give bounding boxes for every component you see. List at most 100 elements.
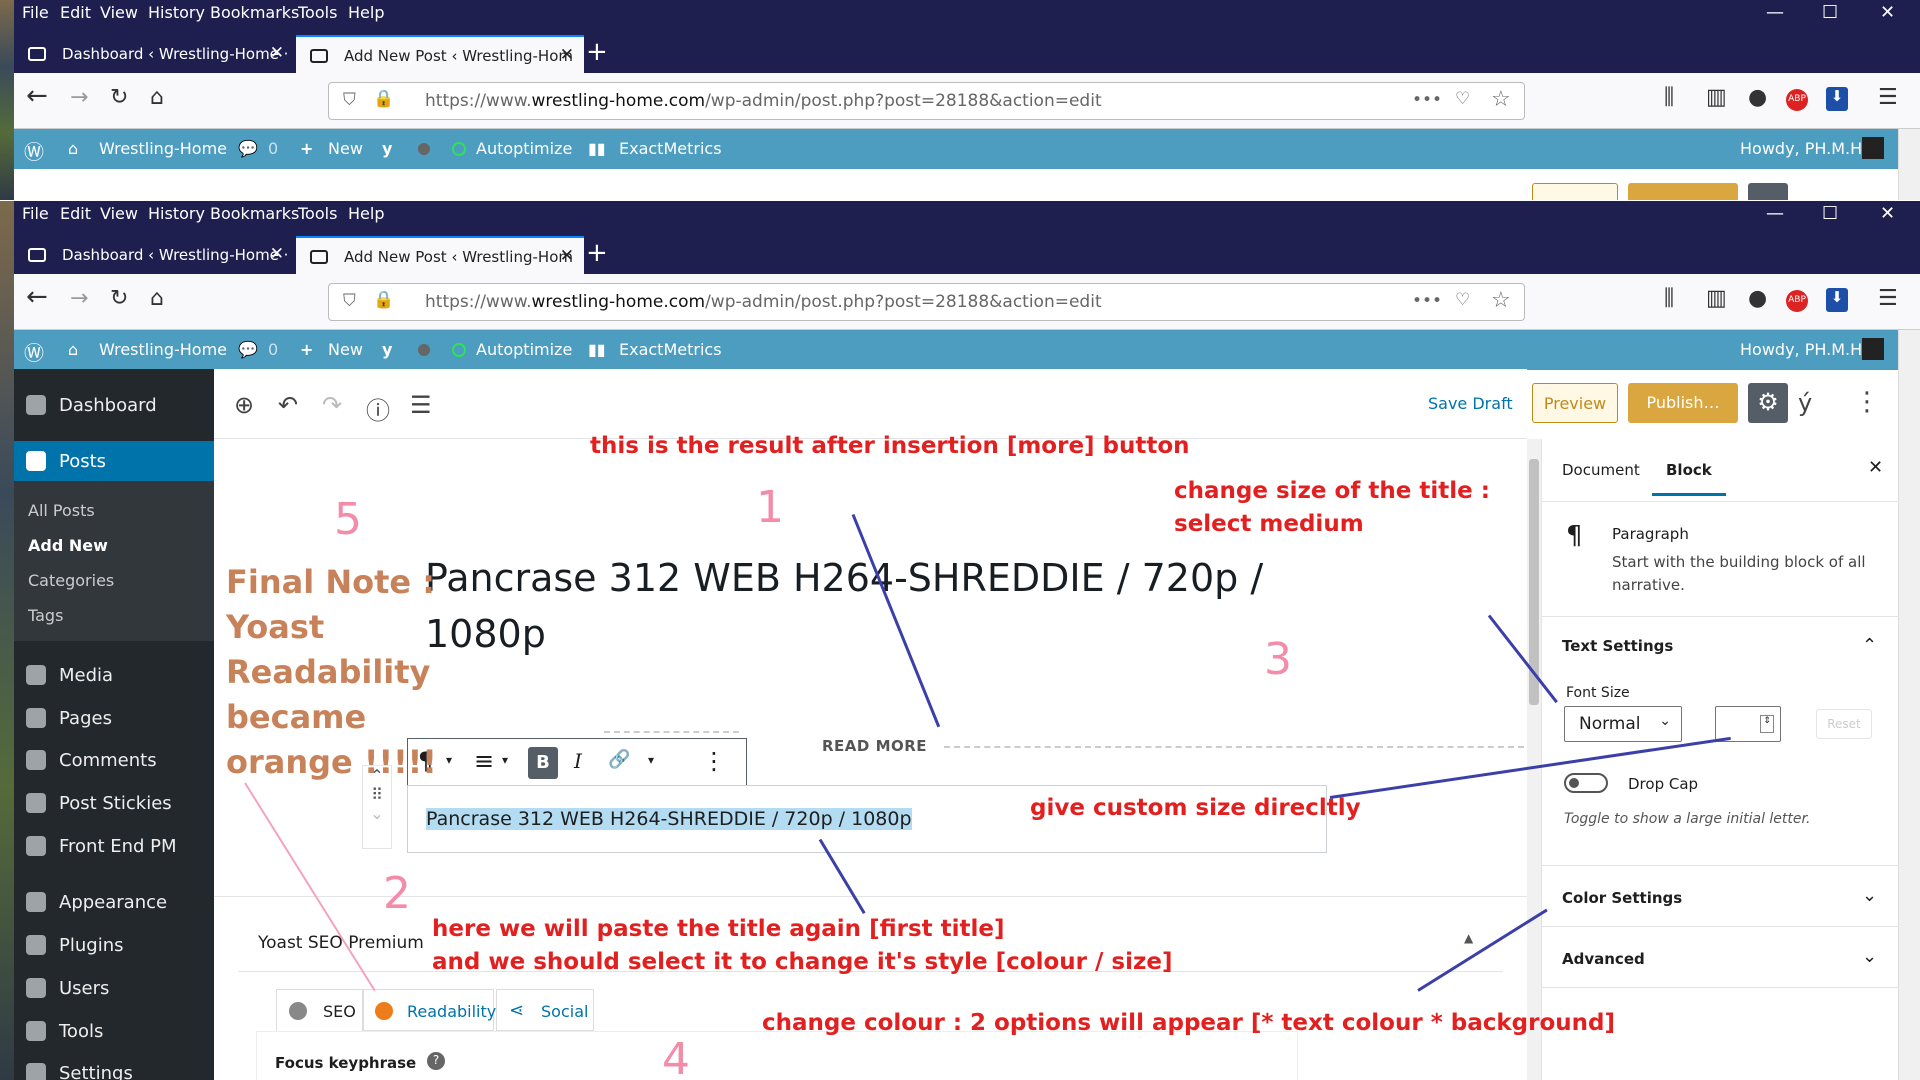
sidebar-item-tools[interactable]: Tools — [14, 1011, 214, 1051]
hamburger-menu-icon[interactable]: ☰ — [1878, 286, 1898, 311]
preview-button-partial[interactable] — [1532, 183, 1618, 200]
tab-close-icon[interactable]: ✕ — [560, 246, 574, 266]
site-name-link[interactable]: Wrestling-Home — [99, 340, 227, 359]
chevron-down-icon[interactable]: ⌄ — [1862, 946, 1877, 967]
sidebar-item-pages[interactable]: Pages — [14, 698, 214, 738]
comments-icon[interactable]: 💬 — [238, 340, 258, 359]
exactmetrics-link[interactable]: ExactMetrics — [619, 340, 722, 359]
hamburger-menu-icon[interactable]: ☰ — [1878, 85, 1898, 110]
yoast-tab-readability[interactable]: Readability — [362, 989, 496, 1031]
menu-bookmarks[interactable]: Bookmarks — [210, 204, 299, 223]
yoast-tab-social[interactable]: ⋖ Social — [496, 989, 594, 1031]
download-icon[interactable]: ⬇ — [1826, 288, 1848, 312]
new-tab-button[interactable]: + — [586, 238, 608, 268]
submenu-all-posts[interactable]: All Posts — [28, 501, 95, 520]
link-icon[interactable]: 🔗 — [608, 749, 630, 770]
url-bar[interactable]: ⛉ 🔒 https://www.wrestling-home.com/wp-ad… — [328, 283, 1525, 321]
publish-button-partial[interactable] — [1628, 183, 1738, 200]
forward-icon[interactable]: → — [70, 85, 88, 110]
drag-handle-icon[interactable]: ⠿ — [363, 785, 391, 804]
align-icon[interactable]: ≡ — [474, 747, 494, 775]
text-settings-header[interactable]: Text Settings — [1562, 637, 1673, 655]
maximize-button[interactable]: ☐ — [1822, 203, 1838, 224]
yoast-tab-seo[interactable]: SEO — [276, 989, 364, 1031]
sidebar-item-post-stickies[interactable]: Post Stickies — [14, 783, 214, 823]
tab-add-new-post[interactable]: Add New Post ‹ Wrestling-Hom ✕ — [296, 236, 584, 274]
tab-dashboard[interactable]: Dashboard ‹ Wrestling-Home · ✕ — [14, 35, 294, 73]
back-icon[interactable]: ← — [26, 282, 48, 312]
menu-view[interactable]: View — [100, 204, 138, 223]
chevron-down-icon[interactable]: ⌄ — [1862, 885, 1877, 906]
pocket-icon[interactable]: ♡ — [1455, 89, 1470, 109]
yoast-icon[interactable]: y — [382, 139, 392, 158]
menu-help[interactable]: Help — [348, 3, 384, 22]
minimize-button[interactable]: — — [1766, 203, 1784, 224]
page-scrollbar[interactable] — [1898, 129, 1920, 200]
pocket-icon[interactable]: ♡ — [1455, 290, 1470, 310]
sidebar-icon[interactable]: ▥ — [1706, 286, 1727, 311]
yoast-icon[interactable]: y — [382, 340, 392, 359]
menu-file[interactable]: File — [22, 3, 49, 22]
panel-tab-block[interactable]: Block — [1652, 461, 1726, 496]
howdy-link[interactable]: Howdy, PH.M.H — [1740, 139, 1862, 158]
menu-tools[interactable]: Tools — [298, 3, 337, 22]
add-block-icon[interactable]: ⊕ — [234, 391, 254, 419]
adblock-icon[interactable]: ABP — [1786, 290, 1808, 312]
editor-scrollbar[interactable] — [1527, 439, 1541, 1080]
reload-icon[interactable]: ↻ — [110, 286, 128, 311]
collapse-toggle-icon[interactable]: ▲ — [1464, 931, 1473, 945]
bookmark-star-icon[interactable]: ☆ — [1491, 87, 1511, 112]
submenu-add-new[interactable]: Add New — [28, 536, 108, 555]
redo-icon[interactable]: ↷ — [322, 391, 342, 419]
maximize-button[interactable]: ☐ — [1822, 2, 1838, 23]
page-actions-icon[interactable]: ••• — [1412, 90, 1442, 110]
adblock-icon[interactable]: ABP — [1786, 89, 1808, 111]
sidebar-item-users[interactable]: Users — [14, 968, 214, 1008]
comments-icon[interactable]: 💬 — [238, 139, 258, 158]
menu-view[interactable]: View — [100, 3, 138, 22]
tab-close-icon[interactable]: ✕ — [270, 244, 284, 264]
sidebar-item-dashboard[interactable]: Dashboard — [14, 385, 214, 425]
font-size-select[interactable]: Normal ⌄ — [1564, 706, 1682, 742]
home-icon[interactable]: ⌂ — [150, 286, 164, 311]
howdy-link[interactable]: Howdy, PH.M.H — [1740, 340, 1862, 359]
chevron-up-icon[interactable]: ⌃ — [1862, 635, 1877, 656]
new-content-link[interactable]: New — [328, 139, 363, 158]
autoptimize-link[interactable]: Autoptimize — [476, 139, 572, 158]
sidebar-item-posts[interactable]: Posts — [14, 441, 214, 483]
menu-tools[interactable]: Tools — [298, 204, 337, 223]
panel-tab-document[interactable]: Document — [1562, 461, 1640, 479]
page-scrollbar[interactable] — [1898, 330, 1920, 1080]
back-icon[interactable]: ← — [26, 81, 48, 111]
sidebar-icon[interactable]: ▥ — [1706, 85, 1727, 110]
yoast-sidebar-icon[interactable]: ý — [1798, 389, 1812, 417]
menu-history[interactable]: History — [148, 3, 205, 22]
reload-icon[interactable]: ↻ — [110, 85, 128, 110]
library-icon[interactable]: ⫼ — [1664, 85, 1674, 110]
help-icon[interactable]: ? — [427, 1052, 445, 1070]
drop-cap-toggle[interactable] — [1564, 773, 1608, 793]
url-bar[interactable]: ⛉ 🔒 https://www.wrestling-home.com/wp-ad… — [328, 82, 1525, 120]
bold-button[interactable]: B — [528, 747, 558, 779]
caret-down-icon[interactable]: ▾ — [648, 753, 654, 767]
menu-edit[interactable]: Edit — [60, 204, 91, 223]
sidebar-item-comments[interactable]: Comments — [14, 740, 214, 780]
menu-file[interactable]: File — [22, 204, 49, 223]
preview-button[interactable]: Preview — [1532, 383, 1618, 423]
avatar[interactable] — [1862, 137, 1884, 159]
wordpress-logo-icon[interactable]: Ⓦ — [24, 337, 44, 366]
settings-gear-icon[interactable]: ⚙ — [1748, 383, 1788, 423]
more-options-icon[interactable]: ⋮ — [1854, 387, 1880, 417]
undo-icon[interactable]: ↶ — [278, 391, 298, 419]
library-icon[interactable]: ⫼ — [1664, 286, 1674, 311]
reset-button[interactable]: Reset — [1816, 709, 1872, 739]
tab-dashboard[interactable]: Dashboard ‹ Wrestling-Home · ✕ — [14, 236, 294, 274]
account-icon[interactable]: ● — [1748, 85, 1767, 110]
download-icon[interactable]: ⬇ — [1826, 87, 1848, 111]
italic-button[interactable]: I — [574, 749, 582, 773]
menu-bookmarks[interactable]: Bookmarks — [210, 3, 299, 22]
close-window-button[interactable]: ✕ — [1880, 203, 1895, 224]
menu-history[interactable]: History — [148, 204, 205, 223]
settings-button-partial[interactable] — [1748, 183, 1788, 200]
menu-help[interactable]: Help — [348, 204, 384, 223]
